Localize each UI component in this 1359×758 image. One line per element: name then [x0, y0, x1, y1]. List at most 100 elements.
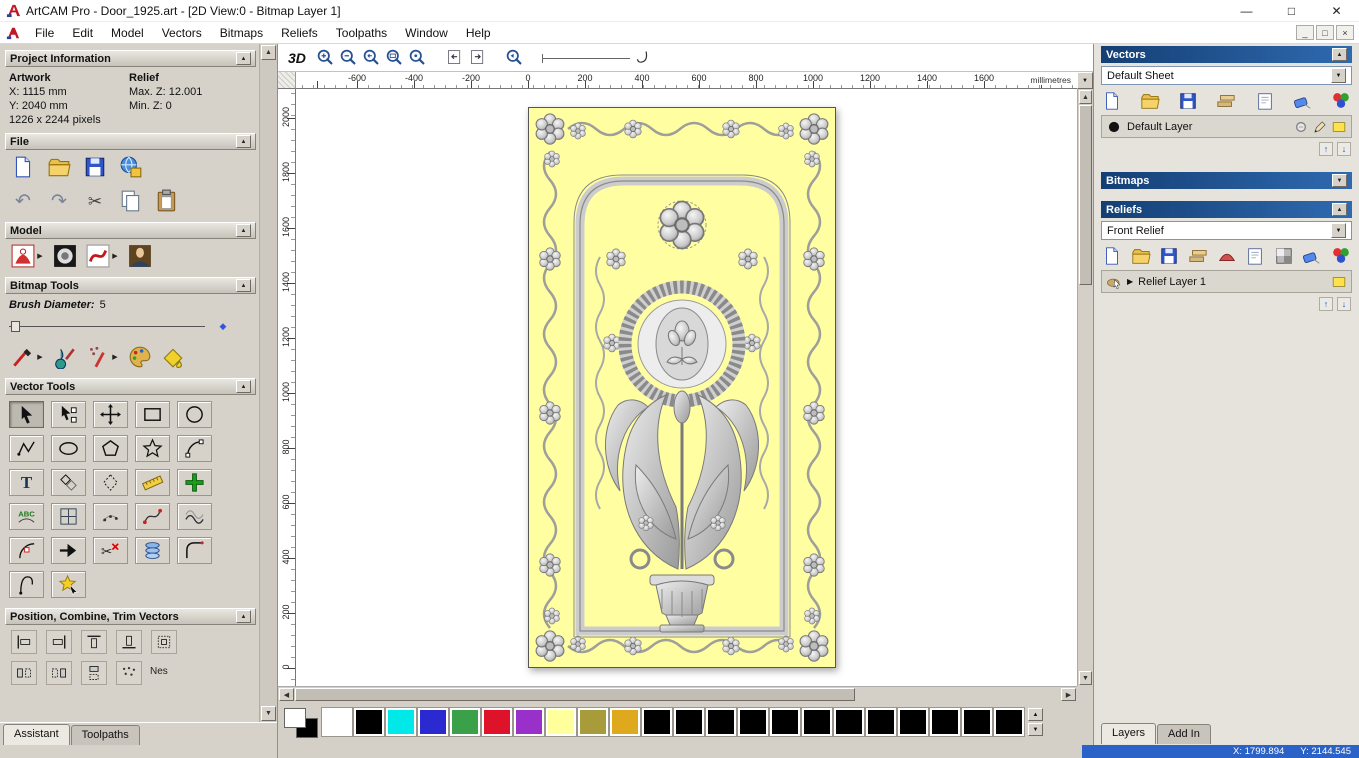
block-copy-icon[interactable] [177, 469, 212, 496]
view-3d-button[interactable]: 3D [286, 50, 312, 66]
page-next-icon[interactable] [467, 47, 488, 68]
move-layer-down-icon[interactable]: ↓ [1337, 297, 1351, 311]
chevron-down-icon[interactable]: ▼ [1331, 68, 1346, 83]
scroll-down-icon[interactable]: ▼ [1079, 671, 1092, 685]
collapse-section-icon[interactable]: ▲ [1332, 203, 1347, 216]
copy-icon[interactable] [119, 189, 143, 213]
palette-swatch[interactable] [770, 708, 800, 736]
palette-down-icon[interactable]: ▼ [1028, 723, 1043, 736]
paste-along-vector-icon[interactable] [93, 503, 128, 530]
palette-swatch[interactable] [802, 708, 832, 736]
merge-vector-layers-icon[interactable] [1216, 91, 1236, 111]
new-relief-layer-icon[interactable] [1102, 246, 1122, 266]
vector-doctor-icon[interactable] [51, 571, 86, 598]
scroll-thumb[interactable] [295, 688, 855, 701]
visibility-dot-icon[interactable] [1106, 119, 1122, 135]
layer-name[interactable]: Default Layer [1127, 121, 1192, 133]
collapse-section-icon[interactable]: ▲ [1332, 48, 1347, 61]
palette-swatch[interactable] [642, 708, 672, 736]
move-layer-up-icon[interactable]: ↑ [1319, 142, 1333, 156]
direction-arrow-icon[interactable] [51, 537, 86, 564]
maximize-icon[interactable]: □ [1269, 0, 1314, 21]
mdi-restore-icon[interactable]: □ [1316, 25, 1334, 40]
layer-colour-tag-icon[interactable] [1331, 119, 1347, 135]
collapse-section-icon[interactable]: ▲ [236, 279, 251, 292]
menu-window[interactable]: Window [396, 23, 457, 43]
scroll-up-icon[interactable]: ▲ [1079, 90, 1092, 104]
relief-layer-colours-icon[interactable] [1331, 246, 1351, 266]
relief-layer-row[interactable]: ▶ Relief Layer 1 [1101, 270, 1352, 293]
text-on-curve-icon[interactable]: ABC [9, 503, 44, 530]
create-text-icon[interactable]: T [9, 469, 44, 496]
shape-tool-icon[interactable] [1217, 246, 1237, 266]
layer-name[interactable]: Relief Layer 1 [1138, 276, 1206, 288]
paste-outline-icon[interactable] [93, 469, 128, 496]
close-icon[interactable]: ✕ [1314, 0, 1359, 21]
snap-toggle-icon[interactable] [1293, 119, 1309, 135]
new-sheet-icon[interactable] [1245, 246, 1265, 266]
chevron-down-icon[interactable]: ▼ [1331, 223, 1346, 238]
dropdown-caret-icon[interactable]: ▶ [36, 244, 44, 268]
node-editing-icon[interactable] [51, 401, 86, 428]
scroll-down-icon[interactable]: ▼ [261, 706, 276, 721]
tab-toolpaths[interactable]: Toolpaths [71, 725, 140, 745]
save-model-icon[interactable] [83, 155, 107, 179]
menu-edit[interactable]: Edit [63, 23, 102, 43]
dropdown-caret-icon[interactable]: ▶ [111, 244, 119, 268]
expand-section-icon[interactable]: ▼ [1332, 174, 1347, 187]
extrude-tool-icon[interactable] [135, 537, 170, 564]
import-3d-model-icon[interactable] [119, 155, 143, 179]
cut-icon[interactable]: ✂ [83, 189, 107, 213]
section-profile-icon[interactable] [9, 571, 44, 598]
spray-brush-icon[interactable] [86, 345, 110, 369]
relief-select[interactable]: Front Relief ▼ [1101, 221, 1352, 240]
flood-fill-icon[interactable] [161, 345, 185, 369]
sheet-select[interactable]: Default Sheet ▼ [1101, 66, 1352, 85]
measure-tool-icon[interactable] [135, 469, 170, 496]
merge-relief-layers-icon[interactable] [1188, 246, 1208, 266]
minimize-icon[interactable]: — [1224, 0, 1269, 21]
scroll-thumb[interactable] [1079, 105, 1092, 285]
greyscale-model-icon[interactable] [53, 244, 77, 268]
delete-relief-layer-icon[interactable] [1302, 246, 1322, 266]
edit-pen-icon[interactable] [1312, 119, 1328, 135]
redo-icon[interactable]: ↷ [47, 189, 71, 213]
zoom-last-icon[interactable] [504, 47, 525, 68]
tab-layers[interactable]: Layers [1101, 723, 1156, 744]
new-model-icon[interactable] [11, 155, 35, 179]
palette-swatch[interactable] [994, 708, 1024, 736]
lighting-icon[interactable] [128, 244, 152, 268]
menu-file[interactable]: File [26, 23, 63, 43]
palette-swatch[interactable] [482, 708, 512, 736]
palette-swatch[interactable] [322, 708, 352, 736]
vector-layer-colours-icon[interactable] [1331, 91, 1351, 111]
dropdown-caret-icon[interactable]: ▶ [111, 345, 119, 369]
mirror-top-icon[interactable] [81, 661, 107, 685]
create-arc-icon[interactable] [177, 435, 212, 462]
relief-wizard-icon[interactable] [11, 244, 35, 268]
paint-brush-icon[interactable] [11, 345, 35, 369]
create-star-icon[interactable] [135, 435, 170, 462]
menu-reliefs[interactable]: Reliefs [272, 23, 327, 43]
collapse-section-icon[interactable]: ▲ [236, 380, 251, 393]
free-polyline-icon[interactable] [9, 435, 44, 462]
palette-swatch[interactable] [674, 708, 704, 736]
fit-arcs-icon[interactable] [135, 503, 170, 530]
palette-swatch[interactable] [610, 708, 640, 736]
align-top-icon[interactable] [81, 630, 107, 654]
mirror-right-icon[interactable] [46, 661, 72, 685]
palette-swatch[interactable] [418, 708, 448, 736]
marker-diamond-icon[interactable]: ◆ [211, 314, 235, 338]
brush-diameter-slider[interactable] [9, 320, 205, 332]
scroll-right-icon[interactable]: ▶ [1061, 688, 1076, 701]
drawing-canvas[interactable] [296, 89, 1077, 686]
collapse-section-icon[interactable]: ▲ [236, 224, 251, 237]
tab-assistant[interactable]: Assistant [3, 724, 70, 745]
page-prev-icon[interactable] [444, 47, 465, 68]
menu-vectors[interactable]: Vectors [153, 23, 211, 43]
collapse-section-icon[interactable]: ▲ [236, 52, 251, 65]
align-right-icon[interactable] [46, 630, 72, 654]
palette-swatch[interactable] [546, 708, 576, 736]
create-polygon-icon[interactable] [93, 435, 128, 462]
dropdown-caret-icon[interactable]: ▶ [36, 345, 44, 369]
